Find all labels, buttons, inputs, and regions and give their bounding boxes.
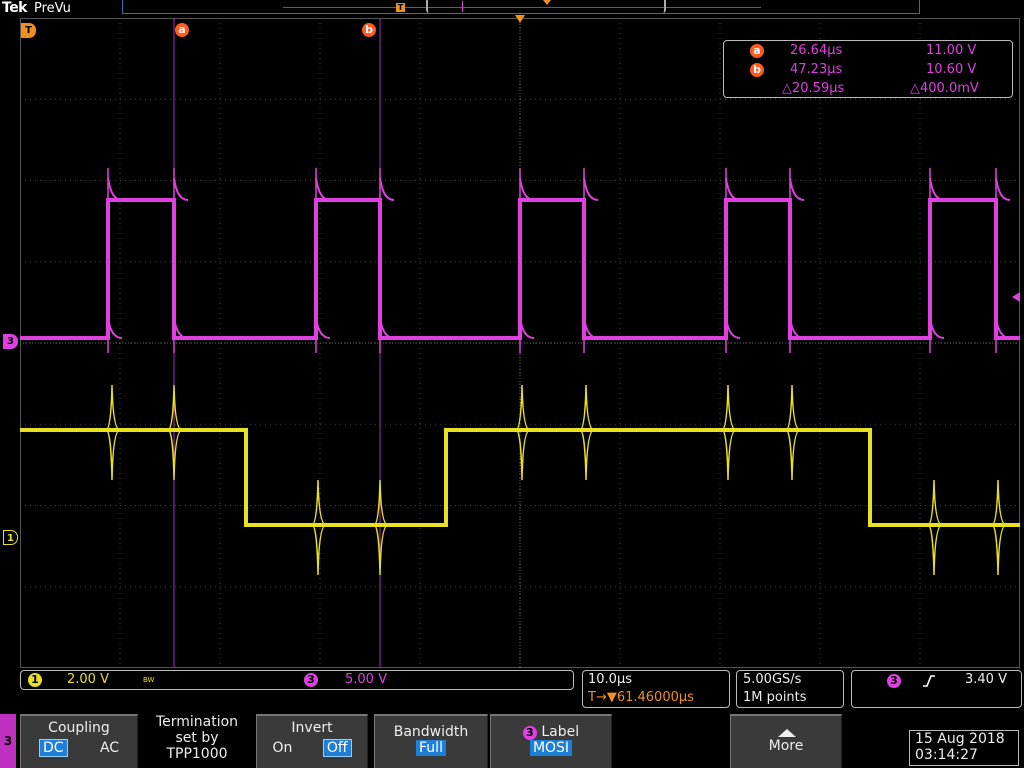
- trigger-level-icon[interactable]: [1012, 292, 1020, 302]
- coupling-ac-option[interactable]: AC: [100, 740, 119, 756]
- record-length: 1M points: [743, 690, 807, 705]
- record-trigger-icon: T: [396, 3, 405, 12]
- waveform-display[interactable]: [20, 18, 1020, 668]
- readout-delta-time: △20.59µs: [782, 81, 845, 96]
- more-label: More: [768, 738, 804, 754]
- coupling-button[interactable]: Coupling DC AC: [20, 714, 138, 768]
- datetime-box: 15 Aug 2018 03:14:27: [909, 730, 1019, 766]
- brand-logo: Tek: [2, 0, 28, 16]
- cursor-b-marker[interactable]: b: [362, 23, 376, 37]
- trigger-position[interactable]: T→▼61.46000µs: [588, 690, 694, 705]
- termination-line2: set by: [175, 730, 219, 746]
- label-button[interactable]: 3 Label MOSI: [490, 714, 612, 768]
- date-text: 15 Aug 2018: [915, 731, 1005, 747]
- readout-a-badge: a: [750, 44, 764, 58]
- readout-a-time: 26.64µs: [790, 43, 843, 58]
- time-text: 03:14:27: [915, 747, 978, 763]
- invert-on-option[interactable]: On: [272, 740, 292, 756]
- coupling-dc-option[interactable]: DC: [38, 739, 68, 757]
- trigger-level[interactable]: 3.40 V: [965, 672, 1007, 687]
- termination-info: Termination set by TPP1000: [140, 714, 254, 768]
- ch3-badge: 3: [304, 673, 318, 687]
- coupling-label: Coupling: [48, 720, 110, 736]
- ch1-bw-limit: BW: [143, 676, 155, 684]
- bandwidth-button[interactable]: Bandwidth Full: [374, 714, 488, 768]
- readout-delta-volt: △400.0mV: [910, 81, 979, 96]
- menu-channel-tab[interactable]: 3: [0, 714, 16, 768]
- record-view-bar[interactable]: T: [122, 0, 920, 14]
- acquisition-box[interactable]: 5.00GS/s 1M points: [736, 670, 844, 708]
- trigger-source-badge: 3: [887, 674, 901, 688]
- readout-a-volt: 11.00 V: [926, 43, 977, 58]
- ch1-scale[interactable]: 2.00 V: [67, 672, 109, 687]
- termination-line3: TPP1000: [166, 746, 228, 762]
- trigger-position-icon[interactable]: [515, 15, 525, 23]
- ch3-ground-marker[interactable]: 3: [3, 334, 18, 349]
- timebase-box[interactable]: 10.0µs T→▼61.46000µs: [582, 670, 730, 708]
- channel-scale-box[interactable]: 1 2.00 V BW 3 5.00 V: [20, 670, 574, 690]
- readout-b-time: 47.23µs: [790, 62, 843, 77]
- record-center-icon: [543, 0, 551, 5]
- trigger-marker-icon[interactable]: T: [21, 23, 36, 38]
- bandwidth-label: Bandwidth: [393, 724, 469, 740]
- invert-label: Invert: [291, 720, 333, 736]
- record-cursor: [462, 1, 463, 12]
- cursor-readout: a 26.64µs 11.00 V b 47.23µs 10.60 V △20.…: [723, 40, 1013, 98]
- acquisition-mode: PreVu: [34, 1, 71, 16]
- more-button[interactable]: More: [730, 714, 842, 768]
- bandwidth-value: Full: [416, 740, 446, 756]
- termination-line1: Termination: [155, 714, 239, 730]
- ch1-badge: 1: [28, 673, 42, 687]
- label-ch-badge: 3: [522, 726, 537, 740]
- invert-button[interactable]: Invert On Off: [256, 714, 368, 768]
- readout-b-badge: b: [750, 63, 764, 77]
- timebase-scale[interactable]: 10.0µs: [588, 672, 632, 687]
- up-arrow-icon: [778, 729, 796, 737]
- trigger-box[interactable]: 3 3.40 V: [851, 670, 1022, 708]
- ch1-ground-marker[interactable]: 1: [3, 530, 18, 545]
- label-label: Label: [541, 724, 580, 740]
- sample-rate: 5.00GS/s: [743, 672, 802, 687]
- invert-off-option[interactable]: Off: [322, 739, 352, 757]
- label-value: MOSI: [529, 740, 573, 756]
- rising-edge-icon: [923, 675, 935, 687]
- readout-b-volt: 10.60 V: [926, 62, 977, 77]
- cursor-a-marker[interactable]: a: [175, 23, 189, 37]
- ch3-scale[interactable]: 5.00 V: [345, 672, 387, 687]
